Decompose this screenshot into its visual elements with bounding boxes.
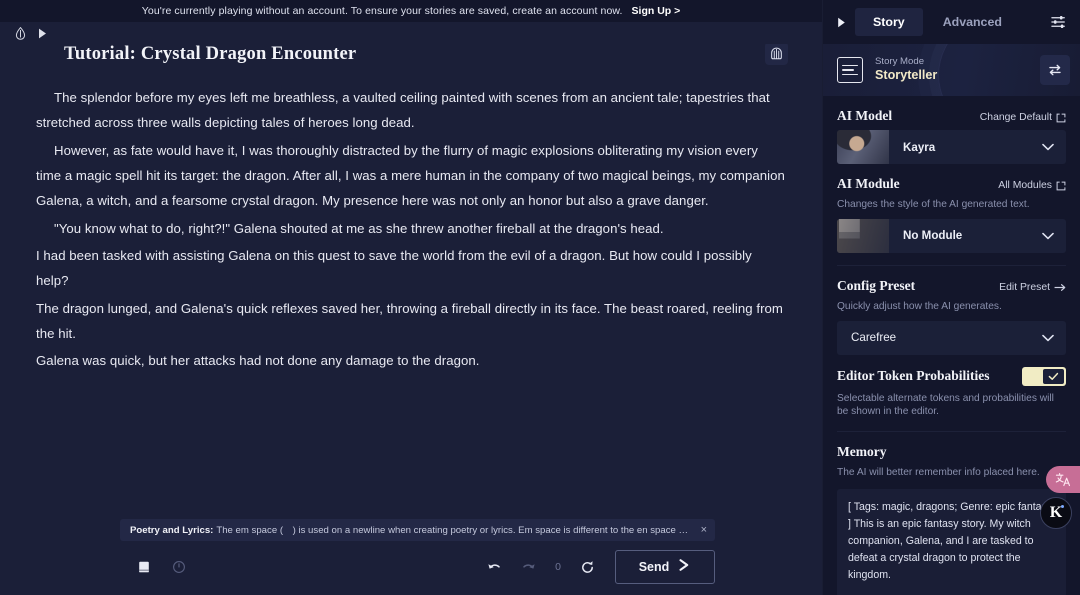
avatar[interactable]: K (1040, 497, 1072, 529)
right-sidebar: Story Advanced Story Mode Storyteller AI… (822, 0, 1080, 595)
config-preset-section: Config Preset Edit Preset Quickly adjust… (823, 266, 1080, 355)
external-link-icon (1056, 113, 1066, 122)
config-preset-header: Config Preset Edit Preset (837, 278, 1066, 294)
story-paragraph: However, as fate would have it, I was th… (36, 142, 785, 209)
page-title: Tutorial: Crystal Dragon Encounter (64, 44, 357, 64)
translate-icon[interactable] (1046, 466, 1080, 493)
document-lines-icon (837, 57, 863, 83)
tab-story[interactable]: Story (855, 8, 923, 36)
all-modules-label: All Modules (998, 180, 1052, 191)
redo-icon[interactable] (521, 560, 536, 575)
story-paragraph: The dragon lunged, and Galena's quick re… (36, 300, 783, 342)
story-paragraph: The splendor before my eyes left me brea… (36, 90, 770, 131)
tab-advanced[interactable]: Advanced (925, 8, 1020, 36)
sign-up-link[interactable]: Sign Up > (632, 5, 681, 17)
edit-preset-link[interactable]: Edit Preset (999, 282, 1066, 293)
editor-column: You're currently playing without an acco… (0, 0, 822, 595)
story-editor[interactable]: Tutorial: Crystal Dragon Encounter The s… (0, 22, 822, 595)
send-button[interactable]: Send (615, 550, 715, 584)
banner-message: You're currently playing without an acco… (141, 5, 623, 17)
memory-title: Memory (837, 444, 887, 460)
flask-icon[interactable] (14, 26, 27, 40)
story-mode-text: Story Mode Storyteller (875, 56, 937, 85)
token-probabilities-row: Editor Token Probabilities (837, 366, 1066, 386)
step-counter: 0 (555, 561, 561, 573)
chevron-down-icon (1042, 227, 1054, 245)
close-icon[interactable]: × (701, 524, 707, 536)
send-button-label: Send (638, 560, 670, 574)
account-banner: You're currently playing without an acco… (0, 0, 822, 22)
ai-model-section: AI Model Change Default Kayra (823, 96, 1080, 164)
token-probabilities-description: Selectable alternate tokens and probabil… (837, 392, 1054, 418)
swap-arrows-icon[interactable] (1040, 55, 1070, 85)
hint-body: The em space ( ) is used on a newline wh… (216, 524, 693, 536)
token-probabilities-toggle[interactable] (1022, 366, 1066, 386)
power-icon[interactable] (171, 560, 186, 575)
kayra-avatar (837, 130, 889, 164)
lorebook-icon[interactable] (765, 42, 788, 65)
editor-icon-strip (0, 22, 822, 44)
play-icon[interactable] (36, 27, 49, 40)
token-probabilities-section: Editor Token Probabilities Selectable al… (823, 355, 1080, 433)
action-bar-left (120, 560, 186, 575)
ai-model-header: AI Model Change Default (837, 108, 1066, 124)
retry-icon[interactable] (580, 560, 595, 575)
chevron-down-icon (1042, 138, 1054, 156)
config-preset-value: Carefree (851, 331, 897, 345)
config-preset-select[interactable]: Carefree (837, 320, 1066, 355)
ai-module-select[interactable]: No Module (837, 218, 1066, 253)
hint-bar: Poetry and Lyrics: The em space ( ) is u… (120, 519, 715, 541)
chevron-right-icon[interactable] (829, 8, 853, 36)
ai-model-title: AI Model (837, 108, 893, 123)
story-mode-value: Storyteller (875, 68, 938, 83)
ai-module-title: AI Module (837, 176, 900, 191)
module-thumbnail (837, 218, 889, 253)
send-arrow-icon (678, 558, 691, 576)
ai-model-select[interactable]: Kayra (837, 130, 1066, 164)
memory-description: The AI will better remember info placed … (837, 467, 1040, 479)
change-default-label: Change Default (979, 112, 1052, 123)
undo-icon[interactable] (487, 560, 502, 575)
ai-module-description: Changes the style of the AI generated te… (837, 199, 1030, 210)
story-title-row: Tutorial: Crystal Dragon Encounter (34, 42, 788, 65)
ai-module-value: No Module (903, 229, 963, 243)
config-preset-title: Config Preset (837, 277, 916, 293)
edit-preset-label: Edit Preset (999, 281, 1050, 293)
all-modules-link[interactable]: All Modules (998, 180, 1066, 191)
novelai-editor-app: You're currently playing without an acco… (0, 0, 1080, 595)
editor-bottom-dock: Poetry and Lyrics: The em space ( ) is u… (120, 519, 715, 587)
story-mode-label: Story Mode (875, 55, 925, 67)
chevron-down-icon (1042, 329, 1054, 347)
external-link-icon (1056, 181, 1066, 190)
change-default-link[interactable]: Change Default (980, 112, 1066, 123)
ai-module-section: AI Module All Modules Changes the style … (823, 164, 1080, 266)
ai-module-header: AI Module All Modules (837, 176, 1066, 192)
token-probabilities-title: Editor Token Probabilities (837, 368, 990, 384)
sliders-icon[interactable] (1046, 9, 1072, 35)
story-body[interactable]: The splendor before my eyes left me brea… (34, 85, 788, 374)
story-paragraph: "You know what to do, right?!" Galena sh… (54, 220, 664, 236)
story-mode-card[interactable]: Story Mode Storyteller (823, 44, 1080, 96)
ai-model-value: Kayra (903, 140, 936, 154)
arrow-right-icon (1054, 283, 1066, 291)
hint-label: Poetry and Lyrics: (130, 524, 214, 536)
action-bar: 0 Send (120, 547, 715, 587)
action-bar-controls: 0 (487, 560, 615, 575)
config-preset-description: Quickly adjust how the AI generates. (837, 300, 1002, 312)
story-paragraph: I had been tasked with assisting Galena … (36, 248, 752, 289)
book-icon[interactable] (136, 560, 151, 575)
memory-header: Memory (837, 444, 1066, 460)
check-icon (1043, 368, 1064, 384)
story-paragraph: Galena was quick, but her attacks had no… (36, 353, 480, 369)
memory-input[interactable]: [ Tags: magic, dragons; Genre: epic fant… (837, 488, 1066, 595)
notification-dot (1061, 505, 1064, 508)
memory-content: [ Tags: magic, dragons; Genre: epic fant… (848, 500, 1053, 582)
sidebar-tabbar: Story Advanced (823, 0, 1080, 44)
